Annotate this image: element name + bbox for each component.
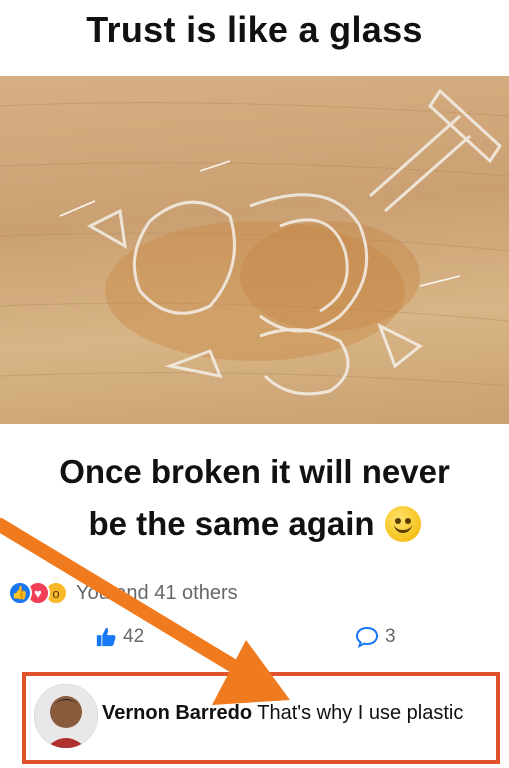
like-button[interactable]: 42	[95, 626, 144, 648]
comment-bubble-icon	[355, 626, 379, 648]
meme-title: Trust is like a glass	[86, 9, 423, 50]
broken-glass-photo	[0, 76, 509, 424]
caption-line-2: be the same again	[88, 505, 375, 542]
post-action-bar: 42 3	[0, 620, 509, 666]
caption-line-2-wrap: be the same again	[88, 498, 421, 550]
reactions-summary[interactable]: 👍 ♥ o You and 41 others	[8, 578, 238, 608]
meme-caption: Once broken it will never be the same ag…	[0, 446, 509, 550]
like-icon: 👍	[8, 581, 32, 605]
comment-text: That's why I use plastic	[257, 702, 464, 724]
commenter-photo	[34, 684, 98, 748]
highlighted-comment: Vernon Barredo That's why I use plastic	[22, 672, 500, 764]
reactions-text: You and 41 others	[76, 581, 238, 604]
comment-author[interactable]: Vernon Barredo	[102, 702, 252, 724]
thumbs-up-icon	[96, 627, 116, 647]
caption-line-1: Once broken it will never	[59, 453, 450, 490]
comment-count: 3	[385, 626, 396, 647]
like-count: 42	[123, 626, 145, 647]
smiley-emoji-icon	[384, 506, 421, 542]
avatar[interactable]	[34, 684, 98, 748]
comment-body: Vernon Barredo That's why I use plastic	[102, 698, 482, 728]
broken-glass-illustration	[0, 88, 509, 396]
comment-button[interactable]: 3	[355, 626, 396, 648]
